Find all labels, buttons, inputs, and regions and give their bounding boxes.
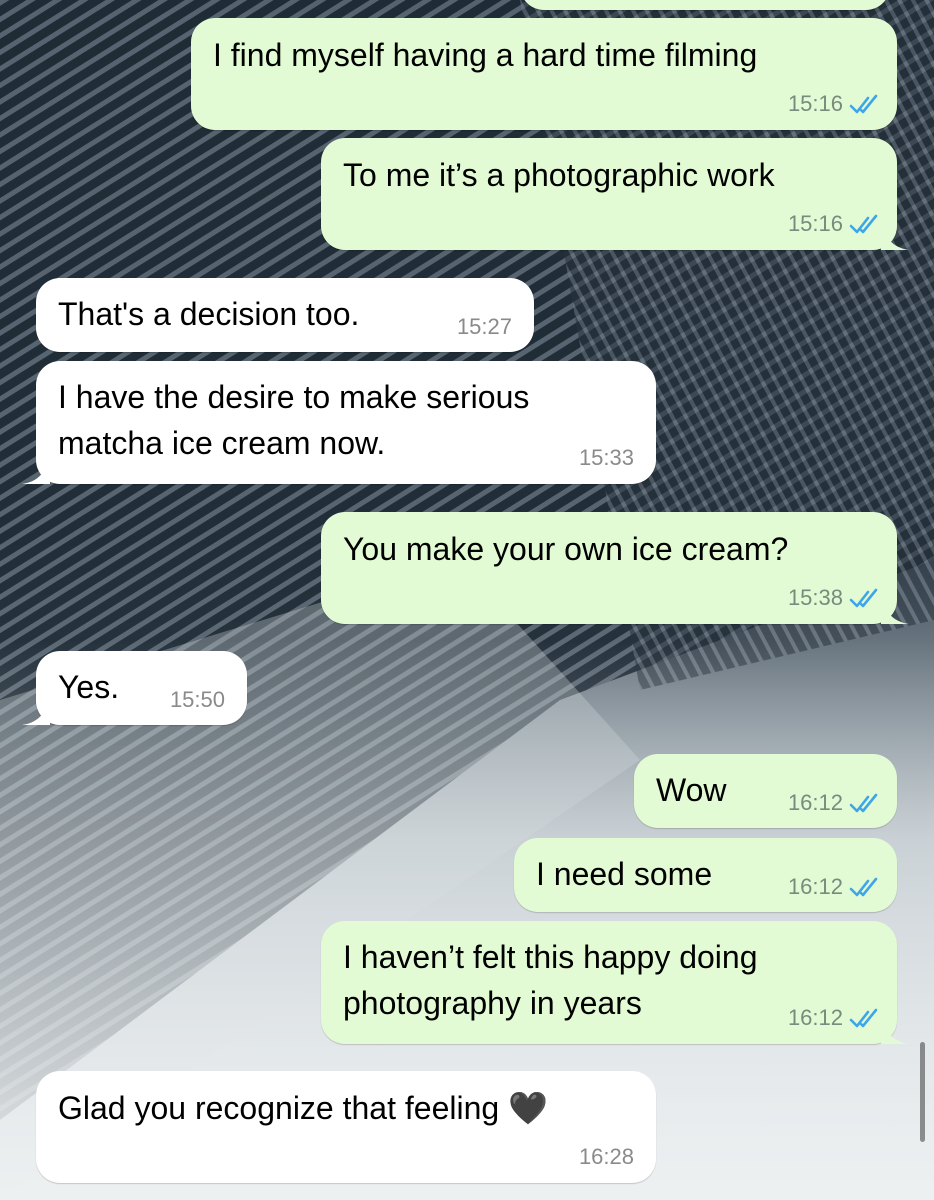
message-meta: 15:38 (788, 585, 879, 611)
message-time: 15:50 (169, 687, 225, 712)
message-meta: 15:27 (457, 314, 512, 340)
chat-message-list[interactable]: I find myself having a hard time filming… (0, 0, 934, 1200)
message-time: 15:33 (578, 445, 634, 470)
message-bubble-outgoing[interactable]: I find myself having a hard time filming… (191, 18, 897, 130)
message-time: 15:27 (456, 314, 512, 339)
message-text: Wow (656, 772, 727, 808)
message-text: You make your own ice cream? (343, 531, 789, 567)
bubble-tail (22, 697, 50, 725)
message-text: Yes. (58, 669, 120, 705)
message-meta: 15:16 (788, 211, 879, 237)
bubble-tail (881, 596, 909, 624)
message-bubble-outgoing[interactable]: I haven’t felt this happy doing photogra… (321, 921, 909, 1044)
message-bubble-incoming[interactable]: Yes. 15:50 (22, 651, 247, 725)
bubble-tail (881, 222, 909, 250)
message-text: I find myself having a hard time filming (213, 37, 758, 73)
double-check-icon (849, 94, 879, 116)
message-bubble-incoming[interactable]: That's a decision too. 15:27 (36, 278, 534, 352)
message-time: 16:12 (787, 790, 843, 815)
message-meta: 16:12 (788, 874, 879, 900)
double-check-icon (849, 793, 879, 815)
message-text: I need some (536, 856, 713, 892)
message-time: 15:38 (787, 585, 843, 610)
message-text: To me it’s a photographic work (343, 157, 775, 193)
bubble-tail (22, 456, 50, 484)
message-bubble-outgoing[interactable]: Wow 16:12 (634, 754, 897, 828)
message-text: I have the desire to make serious matcha… (58, 379, 530, 461)
double-check-icon (849, 214, 879, 236)
message-text: I haven’t felt this happy doing photogra… (343, 939, 758, 1021)
message-text: Glad you recognize that feeling 🖤 (58, 1090, 548, 1126)
double-check-icon (849, 1008, 879, 1030)
message-bubble-incoming[interactable]: Glad you recognize that feeling 🖤 16:28 (36, 1071, 656, 1183)
message-time: 16:12 (787, 874, 843, 899)
bubble-tail (881, 1016, 909, 1044)
message-time: 15:16 (787, 211, 843, 236)
message-text: That's a decision too. (58, 296, 360, 332)
message-meta: 16:28 (579, 1144, 634, 1170)
message-bubble-incoming[interactable]: I have the desire to make serious matcha… (22, 361, 656, 484)
message-bubble-outgoing[interactable]: I need some 16:12 (514, 838, 897, 912)
message-time: 15:16 (787, 91, 843, 116)
message-meta: 16:12 (788, 1005, 879, 1031)
message-time: 16:28 (578, 1144, 634, 1169)
message-bubble-outgoing[interactable]: You make your own ice cream? 15:38 (321, 512, 909, 624)
message-meta: 15:16 (788, 91, 879, 117)
message-meta: 16:12 (788, 790, 879, 816)
double-check-icon (849, 877, 879, 899)
message-time: 16:12 (787, 1005, 843, 1030)
message-meta: 15:50 (170, 687, 225, 713)
scrollbar-thumb[interactable] (920, 1042, 925, 1142)
message-meta: 15:33 (579, 445, 634, 471)
double-check-icon (849, 588, 879, 610)
message-bubble-outgoing[interactable]: To me it’s a photographic work 15:16 (321, 138, 909, 250)
message-bubble-partial[interactable] (520, 0, 890, 10)
